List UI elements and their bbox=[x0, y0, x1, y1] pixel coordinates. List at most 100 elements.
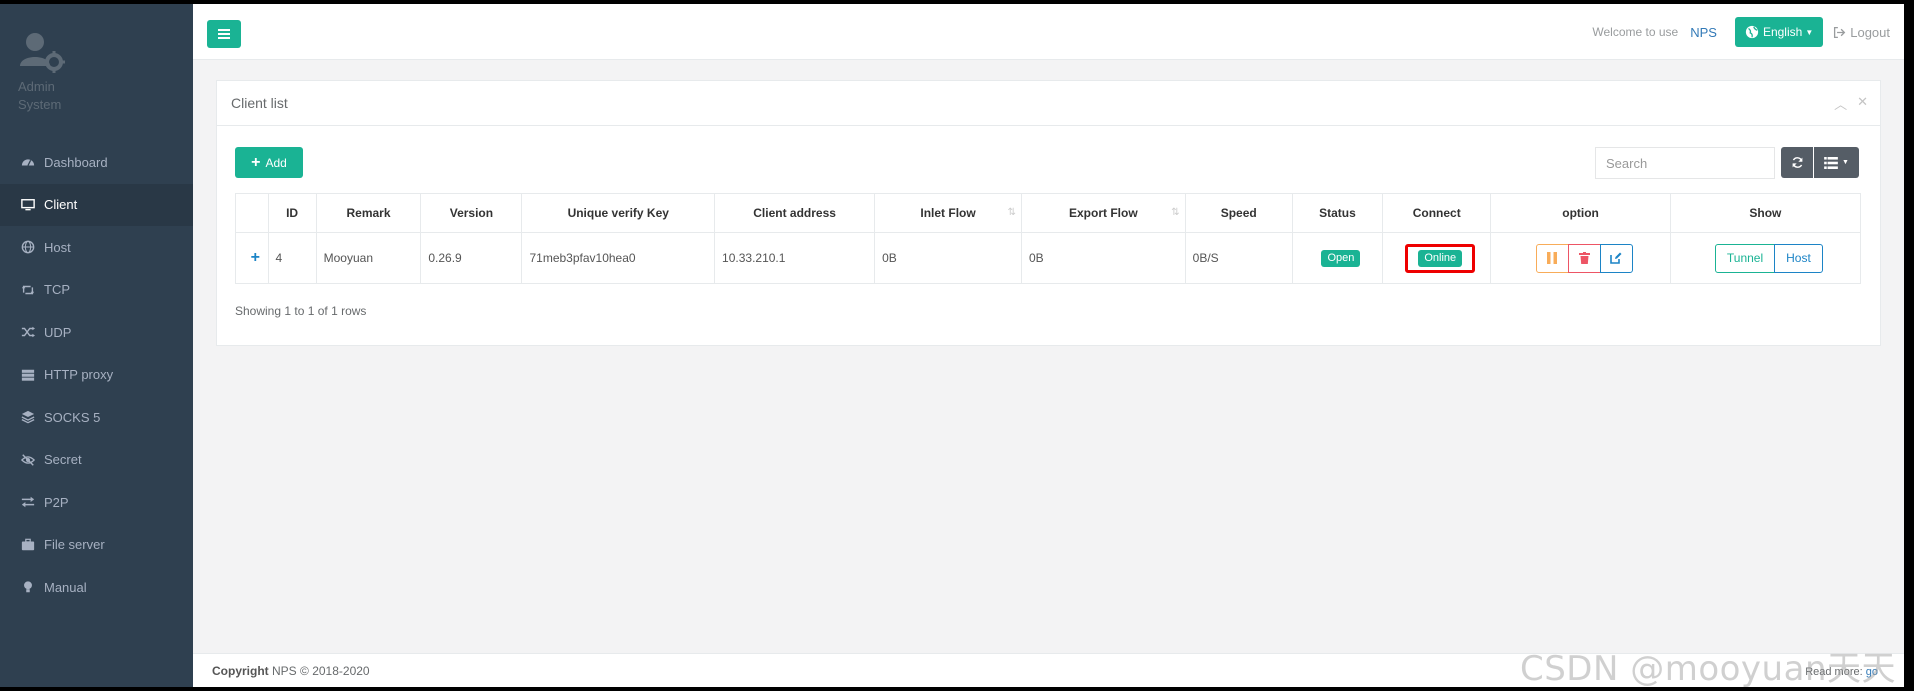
sidebar-item-host[interactable]: Host bbox=[0, 226, 193, 269]
read-more-link[interactable]: go bbox=[1866, 666, 1878, 678]
exchange-icon bbox=[19, 495, 36, 509]
highlight-box: Online bbox=[1405, 243, 1476, 273]
sidebar-item-secret[interactable]: Secret bbox=[0, 439, 193, 482]
sidebar-item-label: TCP bbox=[44, 282, 70, 298]
refresh-icon bbox=[1792, 157, 1802, 168]
read-more: Read more: go bbox=[1805, 666, 1878, 678]
expand-cell[interactable]: + bbox=[235, 232, 269, 284]
cell-remark: Mooyuan bbox=[315, 232, 422, 284]
app-frame: Admin System Dashboard Client Host TCP U… bbox=[0, 4, 1904, 689]
logout-link[interactable]: Logout bbox=[1833, 25, 1890, 40]
edit-button[interactable] bbox=[1599, 243, 1633, 273]
cell-key: 71meb3pfav10hea0 bbox=[521, 232, 716, 284]
tunnel-button[interactable]: Tunnel bbox=[1714, 243, 1776, 273]
sidebar-item-tcp[interactable]: TCP bbox=[0, 269, 193, 312]
eye-slash-icon bbox=[19, 453, 36, 467]
pause-button[interactable] bbox=[1535, 243, 1569, 273]
welcome-text: Welcome to use bbox=[1592, 25, 1679, 39]
sidebar-item-dashboard[interactable]: Dashboard bbox=[0, 141, 193, 184]
window-edge bbox=[1904, 4, 1914, 687]
edit-icon bbox=[1610, 252, 1622, 264]
panel-header: Client list ︿ ✕ bbox=[217, 81, 1880, 126]
cell-address: 10.33.210.1 bbox=[714, 232, 876, 284]
col-header-option: option bbox=[1490, 193, 1671, 233]
footer: Copyright NPS © 2018-2020 Read more: go bbox=[193, 653, 1904, 687]
sidebar-item-label: Host bbox=[44, 239, 71, 255]
topbar: Welcome to use NPS English ▼ Logout bbox=[193, 4, 1904, 60]
sidebar-item-udp[interactable]: UDP bbox=[0, 311, 193, 354]
caret-down-icon: ▼ bbox=[1805, 27, 1814, 37]
col-header-connect[interactable]: Connect bbox=[1382, 193, 1492, 233]
sidebar-item-manual[interactable]: Manual bbox=[0, 566, 193, 609]
col-header-speed[interactable]: Speed bbox=[1184, 193, 1293, 233]
retweet-icon bbox=[19, 283, 36, 297]
show-button-group: Tunnel Host bbox=[1714, 243, 1823, 273]
sidebar-item-file-server[interactable]: File server bbox=[0, 524, 193, 567]
hamburger-icon bbox=[218, 29, 230, 39]
col-header-export-flow[interactable]: Export Flow bbox=[1020, 193, 1186, 233]
language-label: English bbox=[1762, 25, 1803, 39]
sidebar-item-p2p[interactable]: P2P bbox=[0, 481, 193, 524]
close-icon[interactable]: ✕ bbox=[1857, 94, 1868, 113]
dashboard-icon bbox=[19, 155, 36, 169]
sign-out-icon bbox=[1834, 26, 1846, 38]
col-header-key[interactable]: Unique verify Key bbox=[521, 193, 716, 233]
copyright-label: Copyright bbox=[212, 664, 269, 678]
col-header-expand bbox=[235, 193, 269, 233]
expand-row-icon[interactable]: + bbox=[251, 249, 260, 266]
delete-button[interactable] bbox=[1567, 243, 1601, 273]
host-button[interactable]: Host bbox=[1774, 243, 1823, 273]
sidebar-item-label: HTTP proxy bbox=[44, 367, 114, 383]
sidebar-item-label: UDP bbox=[44, 324, 72, 340]
sidebar-item-client[interactable]: Client bbox=[0, 183, 193, 226]
cell-status: Open bbox=[1291, 232, 1384, 284]
col-header-inlet-flow[interactable]: Inlet Flow bbox=[874, 193, 1022, 233]
sidebar-item-http-proxy[interactable]: HTTP proxy bbox=[0, 354, 193, 397]
trash-icon bbox=[1578, 252, 1590, 264]
copyright: Copyright NPS © 2018-2020 bbox=[212, 664, 370, 678]
table-header-row: ID Remark Version Unique verify Key Clie… bbox=[235, 193, 1862, 233]
globe-icon bbox=[1745, 25, 1759, 39]
user-gear-icon[interactable] bbox=[18, 32, 66, 74]
panel-tools: ︿ ✕ bbox=[1834, 94, 1868, 113]
columns-toggle-button[interactable]: ▼ bbox=[1814, 147, 1859, 178]
client-list-panel: Client list ︿ ✕ + Add ▼ bbox=[216, 80, 1881, 346]
sidebar-item-socks5[interactable]: SOCKS 5 bbox=[0, 396, 193, 439]
topbar-right: Welcome to use NPS English ▼ Logout bbox=[1592, 17, 1890, 47]
menu-toggle-button[interactable] bbox=[207, 20, 241, 48]
refresh-button[interactable] bbox=[1781, 147, 1813, 178]
col-header-id[interactable]: ID bbox=[267, 193, 317, 233]
logout-label: Logout bbox=[1850, 24, 1890, 40]
sidebar-item-label: P2P bbox=[44, 494, 69, 510]
sidebar-item-label: SOCKS 5 bbox=[44, 409, 101, 425]
globe-icon bbox=[19, 240, 36, 254]
caret-down-icon: ▼ bbox=[1842, 159, 1849, 166]
pagination-info: Showing 1 to 1 of 1 rows bbox=[235, 304, 367, 318]
col-header-show: Show bbox=[1669, 193, 1862, 233]
col-header-address[interactable]: Client address bbox=[714, 193, 876, 233]
brand-link[interactable]: NPS bbox=[1690, 25, 1717, 40]
col-header-status[interactable]: Status bbox=[1291, 193, 1384, 233]
briefcase-icon bbox=[19, 538, 36, 552]
lightbulb-icon bbox=[19, 580, 36, 594]
cell-speed: 0B/S bbox=[1184, 232, 1293, 284]
sidebar-item-label: Secret bbox=[44, 452, 82, 468]
sidebar-item-label: Manual bbox=[44, 579, 87, 595]
read-more-label: Read more: bbox=[1805, 666, 1863, 678]
collapse-icon[interactable]: ︿ bbox=[1834, 94, 1847, 113]
table-row: + 4 Mooyuan 0.26.9 71meb3pfav10hea0 10.3… bbox=[235, 232, 1862, 284]
search-input[interactable] bbox=[1595, 147, 1775, 179]
sidebar: Admin System Dashboard Client Host TCP U… bbox=[0, 4, 193, 687]
sidebar-item-label: Client bbox=[44, 197, 78, 213]
cell-version: 0.26.9 bbox=[420, 232, 523, 284]
connect-badge: Online bbox=[1418, 249, 1463, 267]
cell-export-flow: 0B bbox=[1020, 232, 1186, 284]
col-header-remark[interactable]: Remark bbox=[315, 193, 422, 233]
profile-role: System bbox=[18, 97, 62, 112]
language-dropdown[interactable]: English ▼ bbox=[1734, 17, 1824, 47]
cell-id: 4 bbox=[267, 232, 317, 284]
server-icon bbox=[19, 368, 36, 382]
add-client-button[interactable]: + Add bbox=[235, 147, 303, 178]
col-header-version[interactable]: Version bbox=[420, 193, 523, 233]
pause-icon bbox=[1547, 252, 1558, 264]
